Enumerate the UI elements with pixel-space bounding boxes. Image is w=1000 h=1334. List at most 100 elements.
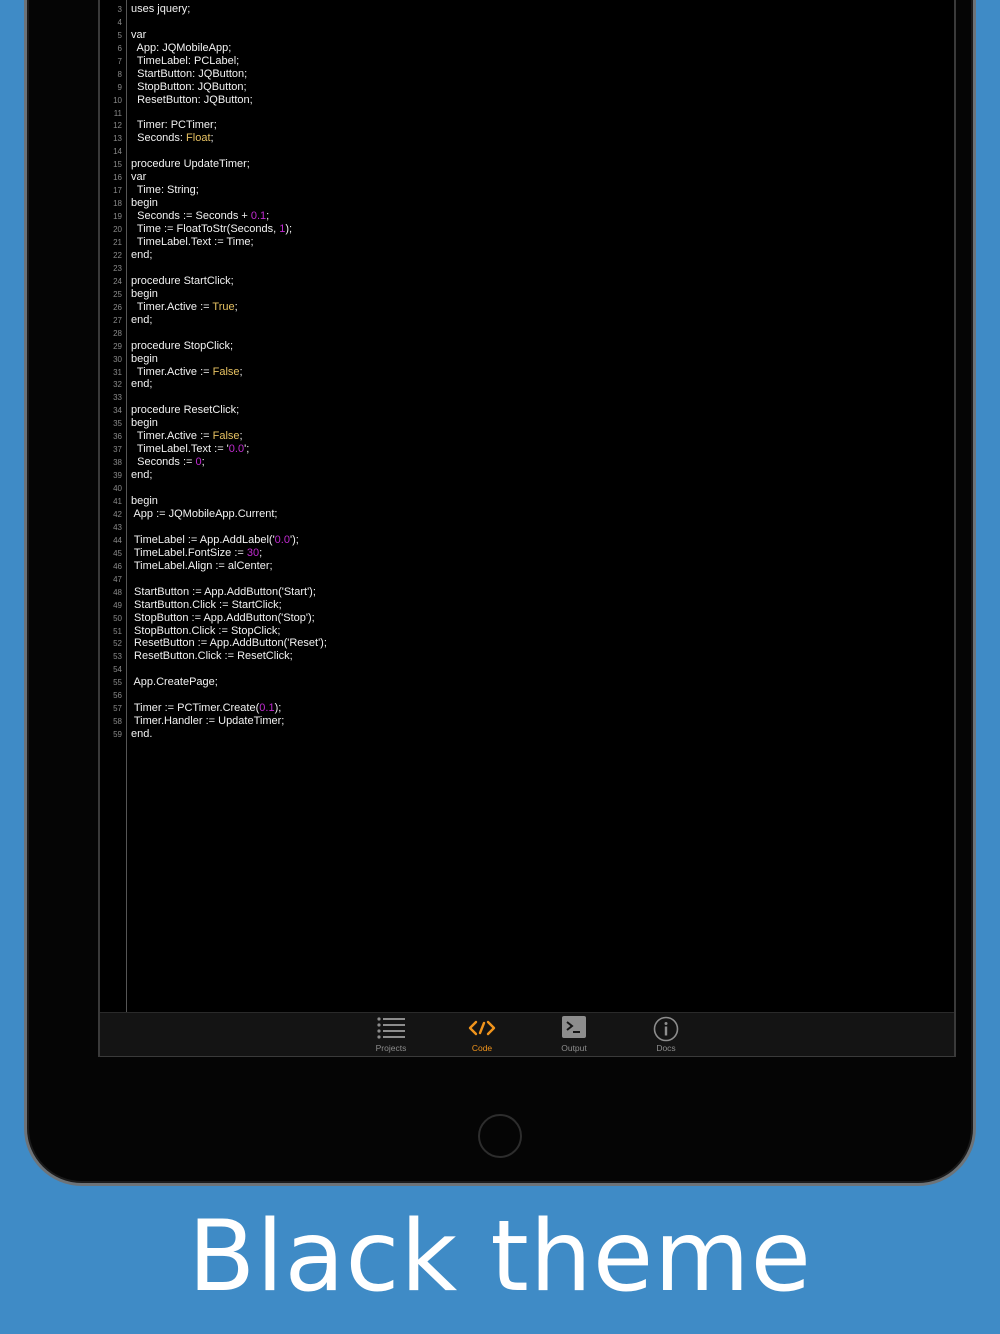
line-number: 53 (113, 652, 122, 662)
line-number: 35 (113, 419, 122, 429)
tab-projects[interactable]: Projects (356, 1013, 426, 1056)
code-line: Timer: PCTimer; (131, 119, 217, 132)
code-line: TimeLabel.Align := alCenter; (131, 559, 273, 572)
code-line: ResetButton.Click := ResetClick; (131, 650, 293, 663)
code-line: Timer.Active := True; (131, 300, 238, 313)
line-number: 18 (113, 199, 122, 209)
line-number: 23 (113, 263, 122, 273)
home-button[interactable] (478, 1114, 522, 1158)
code-line: StartButton := App.AddButton('Start'); (131, 585, 316, 598)
line-number: 22 (113, 250, 122, 260)
line-number: 59 (113, 730, 122, 740)
line-number: 5 (117, 30, 122, 40)
code-line: StartButton.Click := StartClick; (131, 598, 282, 611)
code-line: begin (131, 417, 158, 430)
line-number: 57 (113, 704, 122, 714)
line-number: 43 (113, 522, 122, 532)
line-number: 8 (117, 69, 122, 79)
caption-title: Black theme (188, 1200, 812, 1314)
line-number: 37 (113, 445, 122, 455)
code-line: procedure StartClick; (131, 274, 234, 287)
code-line: StopButton.Click := StopClick; (131, 624, 281, 637)
line-number: 25 (113, 289, 122, 299)
code-line: begin (131, 197, 158, 210)
code-line: Timer.Active := False; (131, 430, 243, 443)
line-number: 40 (113, 484, 122, 494)
line-number: 49 (113, 600, 122, 610)
line-number: 19 (113, 212, 122, 222)
code-line: var (131, 171, 147, 184)
code-line: Seconds := Seconds + 0.1; (131, 210, 270, 223)
tab-output[interactable]: Output (539, 1013, 609, 1056)
code-line: StopButton := App.AddButton('Stop'); (131, 611, 315, 624)
code-line: begin (131, 352, 158, 365)
code-line: Timer.Handler := UpdateTimer; (131, 715, 285, 728)
line-number: 17 (113, 186, 122, 196)
code-line: begin (131, 495, 158, 507)
line-number: 52 (113, 639, 122, 649)
tab-code[interactable]: Code (447, 1013, 517, 1056)
tab-label-code: Code (471, 1043, 493, 1053)
code-line: var (131, 28, 147, 41)
line-number: 38 (113, 458, 122, 468)
line-number: 7 (117, 56, 122, 66)
line-number: 4 (117, 17, 122, 27)
line-number-gutter: 1234567891011121314151617181920212223242… (100, 0, 127, 1013)
code-icon (468, 1016, 496, 1045)
code-line: TimeLabel.Text := '0.0'; (131, 443, 250, 456)
line-number: 28 (113, 328, 122, 338)
list-icon (376, 1016, 406, 1045)
tab-label-docs: Docs (656, 1043, 676, 1053)
line-number: 32 (113, 380, 122, 390)
line-number: 55 (113, 678, 122, 688)
line-number: 33 (113, 393, 122, 403)
line-number: 21 (113, 238, 122, 247)
code-line: procedure ResetClick; (131, 404, 240, 417)
code-line: App := JQMobileApp.Current; (131, 507, 278, 520)
tab-docs[interactable]: Docs (631, 1013, 701, 1056)
code-line: App: JQMobileApp; (131, 41, 232, 54)
code-line: end; (131, 248, 153, 261)
code-line: end; (131, 378, 153, 391)
terminal-icon (562, 1016, 586, 1043)
line-number: 47 (113, 574, 122, 584)
line-number: 51 (113, 626, 122, 636)
tab-label-projects: Projects (375, 1043, 407, 1053)
line-number: 30 (113, 354, 122, 364)
line-number: 46 (113, 561, 122, 571)
line-number: 36 (113, 432, 122, 442)
code-line: TimeLabel := App.AddLabel('0.0'); (131, 533, 299, 546)
line-number: 10 (113, 95, 122, 105)
line-number: 20 (113, 225, 122, 235)
code-line: ResetButton := App.AddButton('Reset'); (131, 637, 327, 650)
app-screen: 1234567891011121314151617181920212223242… (98, 0, 956, 1057)
code-line: end. (131, 728, 153, 741)
line-number: 39 (113, 471, 122, 481)
code-line: Time: String; (131, 184, 199, 197)
line-number: 3 (117, 4, 122, 14)
line-number: 34 (113, 406, 122, 416)
line-number: 58 (113, 717, 122, 727)
code-line: ResetButton: JQButton; (131, 93, 253, 106)
line-number: 11 (113, 108, 122, 118)
code-line: end; (131, 313, 153, 326)
line-number: 54 (113, 665, 122, 675)
line-number: 31 (113, 367, 122, 377)
line-number: 56 (113, 691, 122, 701)
code-line: TimeLabel: PCLabel; (131, 54, 240, 67)
code-line: TimeLabel.Text := Time; (131, 236, 254, 248)
code-editor[interactable]: program Stopwatch;uses jquery;var App: J… (131, 0, 931, 1013)
code-line: Timer.Active := False; (131, 365, 243, 378)
line-number: 45 (113, 548, 122, 558)
code-line: Timer := PCTimer.Create(0.1); (131, 702, 282, 715)
line-number: 44 (113, 535, 122, 545)
code-line: TimeLabel.FontSize := 30; (131, 546, 263, 559)
line-number: 15 (113, 160, 122, 170)
line-number: 14 (113, 147, 122, 157)
line-number: 41 (113, 497, 122, 506)
line-number: 29 (113, 341, 122, 351)
code-line: StopButton: JQButton; (131, 80, 247, 93)
code-line: procedure UpdateTimer; (131, 158, 250, 171)
line-number: 12 (113, 121, 122, 131)
line-number: 13 (113, 134, 122, 144)
